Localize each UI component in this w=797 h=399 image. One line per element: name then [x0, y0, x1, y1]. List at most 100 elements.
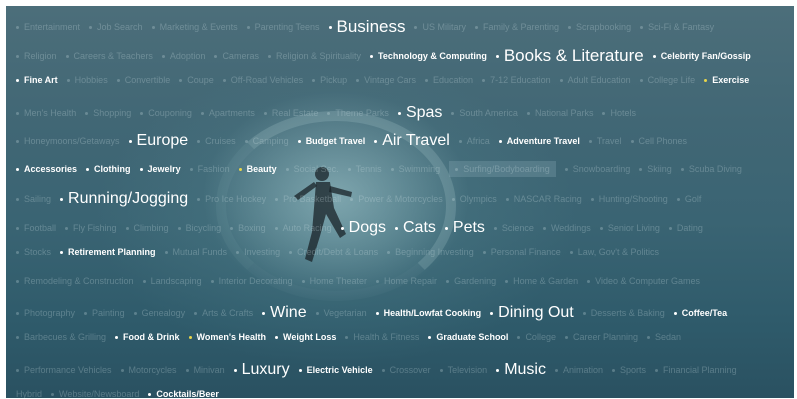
interest-tag[interactable]: Jewelry [140, 164, 181, 174]
interest-tag[interactable]: Cocktails/Beer [148, 389, 219, 398]
interest-tag[interactable]: Adoption [162, 51, 206, 61]
interest-tag[interactable]: Technology & Computing [370, 51, 487, 61]
interest-tag[interactable]: Graduate School [428, 332, 508, 342]
interest-tag[interactable]: Science [494, 223, 534, 233]
interest-tag[interactable]: Theme Parks [327, 108, 389, 118]
interest-tag[interactable]: Careers & Teachers [66, 51, 153, 61]
interest-tag[interactable]: Pro Basketball [275, 194, 341, 204]
interest-tag[interactable]: Air Travel [374, 132, 450, 150]
interest-tag[interactable]: Weight Loss [275, 332, 336, 342]
interest-tag[interactable]: College [517, 332, 556, 342]
interest-tag[interactable]: Minivan [186, 365, 225, 375]
interest-tag[interactable]: Law, Gov't & Politics [570, 247, 659, 257]
interest-tag[interactable]: Financial Planning [655, 365, 737, 375]
interest-tag[interactable]: 7-12 Education [482, 75, 551, 85]
interest-tag[interactable]: Bicycling [178, 223, 222, 233]
interest-tag[interactable]: Entertainment [16, 22, 80, 32]
interest-tag[interactable]: Surfing/Bodyboarding [449, 161, 556, 177]
interest-tag[interactable]: Olympics [452, 194, 497, 204]
interest-tag[interactable]: Coffee/Tea [674, 308, 727, 318]
interest-tag[interactable]: Job Search [89, 22, 143, 32]
interest-tag[interactable]: Parenting Teens [247, 22, 320, 32]
interest-tag[interactable]: Travel [589, 136, 622, 146]
interest-tag[interactable]: Desserts & Baking [583, 308, 665, 318]
interest-tag[interactable]: Barbecues & Grilling [16, 332, 106, 342]
interest-tag[interactable]: Weddings [543, 223, 591, 233]
interest-tag[interactable]: Home Theater [302, 276, 367, 286]
interest-tag[interactable]: South America [451, 108, 518, 118]
interest-tag[interactable]: Swimming [391, 164, 441, 174]
interest-tag[interactable]: Sci-Fi & Fantasy [640, 22, 714, 32]
interest-tag[interactable]: Religion & Spirituality [268, 51, 361, 61]
interest-tag[interactable]: Animation [555, 365, 603, 375]
interest-tag[interactable]: Performance Vehicles [16, 365, 112, 375]
interest-tag[interactable]: Pro Ice Hockey [197, 194, 266, 204]
interest-tag[interactable]: Vintage Cars [356, 75, 416, 85]
interest-tag[interactable]: Running/Jogging [60, 190, 188, 208]
interest-tag[interactable]: Beginning Investing [387, 247, 474, 257]
interest-tag[interactable]: Climbing [126, 223, 169, 233]
interest-tag[interactable]: Crossover [382, 365, 431, 375]
interest-tag[interactable]: Fine Art [16, 75, 58, 85]
interest-tag[interactable]: Video & Computer Games [587, 276, 700, 286]
interest-tag[interactable]: Television [440, 365, 488, 375]
interest-tag[interactable]: Hobbies [67, 75, 108, 85]
interest-tag[interactable]: Home Repair [376, 276, 437, 286]
interest-tag[interactable]: Investing [236, 247, 280, 257]
interest-tag[interactable]: National Parks [527, 108, 594, 118]
interest-tag[interactable]: Wine [262, 304, 306, 322]
interest-tag[interactable]: Home & Garden [505, 276, 578, 286]
interest-tag[interactable]: Genealogy [134, 308, 186, 318]
interest-tag[interactable]: Adult Education [560, 75, 631, 85]
interest-tag[interactable]: Pickup [312, 75, 347, 85]
interest-tag[interactable]: Football [16, 223, 56, 233]
interest-tag[interactable]: Beauty [239, 164, 277, 174]
interest-tag[interactable]: Africa [459, 136, 490, 146]
interest-tag[interactable]: Senior Living [600, 223, 660, 233]
interest-tag[interactable]: Mutual Funds [165, 247, 228, 257]
interest-tag[interactable]: Sailing [16, 194, 51, 204]
interest-tag[interactable]: Music [496, 361, 546, 379]
interest-tag[interactable]: Cats [395, 219, 436, 237]
interest-tag[interactable]: Interior Decorating [211, 276, 293, 286]
interest-tag[interactable]: Food & Drink [115, 332, 180, 342]
interest-tag[interactable]: NASCAR Racing [506, 194, 582, 204]
interest-tag[interactable]: Sports [612, 365, 646, 375]
interest-tag[interactable]: Men's Health [16, 108, 76, 118]
interest-tag[interactable]: Landscaping [143, 276, 202, 286]
interest-tag[interactable]: Books & Literature [496, 46, 644, 66]
interest-tag[interactable]: Painting [84, 308, 125, 318]
interest-tag[interactable]: Cameras [214, 51, 259, 61]
interest-tag[interactable]: Budget Travel [298, 136, 366, 146]
interest-tag[interactable]: Motorcycles [121, 365, 177, 375]
interest-tag[interactable]: Cruises [197, 136, 236, 146]
interest-tag[interactable]: Boxing [230, 223, 266, 233]
interest-tag[interactable]: Luxury [234, 361, 290, 379]
interest-tag[interactable]: Adventure Travel [499, 136, 580, 146]
interest-tag[interactable]: Electric Vehicle [299, 365, 373, 375]
interest-tag[interactable]: Family & Parenting [475, 22, 559, 32]
interest-tag[interactable]: Tennis [348, 164, 382, 174]
interest-tag[interactable]: Europe [129, 132, 189, 150]
interest-tag[interactable]: Remodeling & Construction [16, 276, 134, 286]
interest-tag[interactable]: Religion [16, 51, 57, 61]
interest-tag[interactable]: Celebrity Fan/Gossip [653, 51, 751, 61]
interest-tag[interactable]: Skiing [639, 164, 672, 174]
interest-tag[interactable]: Gardening [446, 276, 496, 286]
interest-tag[interactable]: Shopping [85, 108, 131, 118]
interest-tag[interactable]: Photography [16, 308, 75, 318]
interest-tag[interactable]: Health & Fitness [345, 332, 419, 342]
interest-tag[interactable]: Business [329, 17, 406, 37]
interest-tag[interactable]: Education [425, 75, 473, 85]
interest-tag[interactable]: Fashion [190, 164, 230, 174]
interest-tag[interactable]: Spas [398, 104, 442, 122]
interest-tag[interactable]: Personal Finance [483, 247, 561, 257]
interest-tag[interactable]: Power & Motorcycles [350, 194, 443, 204]
interest-tag[interactable]: Career Planning [565, 332, 638, 342]
interest-tag[interactable]: Couponing [140, 108, 192, 118]
interest-tag[interactable]: Convertible [117, 75, 171, 85]
interest-tag[interactable]: Real Estate [264, 108, 319, 118]
interest-tag[interactable]: Hybrid [16, 389, 42, 398]
interest-tag[interactable]: Social Sec. [286, 164, 339, 174]
interest-tag[interactable]: Marketing & Events [152, 22, 238, 32]
